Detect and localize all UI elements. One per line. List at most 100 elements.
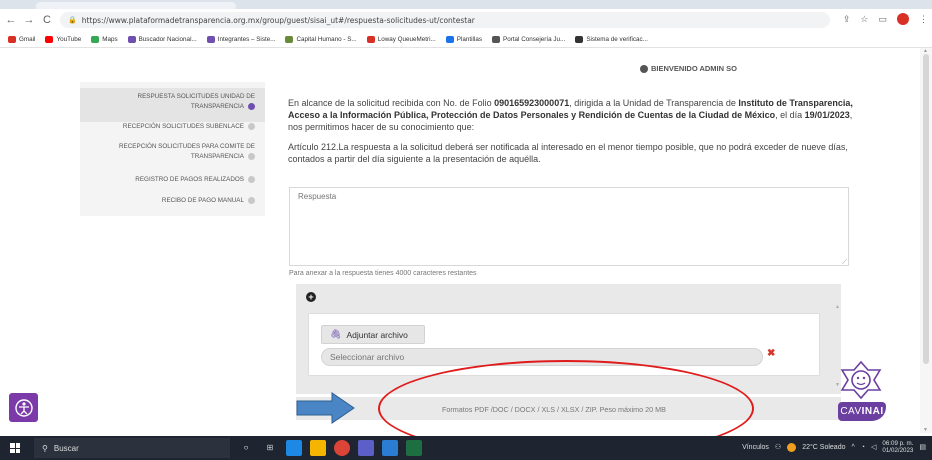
bookmark-item[interactable]: Portal Consejería Ju... xyxy=(492,35,566,43)
request-date: 19/01/2023 xyxy=(804,110,850,120)
taskbar-search[interactable]: ⚲ Buscar xyxy=(34,438,230,458)
folio-number: 090165923000071 xyxy=(494,98,570,108)
intro-text: , dirigida a la Unidad de Transparencia … xyxy=(569,98,739,108)
clock-time: 06:09 p. m. xyxy=(882,440,914,447)
share-icon[interactable]: ⇪ xyxy=(843,14,851,25)
bookmark-icon xyxy=(445,35,454,43)
scroll-down-icon[interactable]: ▼ xyxy=(923,427,928,433)
bookmark-item[interactable]: Loway QueueMetri... xyxy=(366,35,436,43)
bookmark-label: Capital Humano - S... xyxy=(296,35,357,43)
bookmark-label: YouTube xyxy=(56,35,82,43)
volume-icon[interactable]: ◁ xyxy=(871,443,876,451)
sidebar-item-label: TRANSPARENCIA xyxy=(190,153,244,160)
sidebar-item-label: RECEPCIÓN SOLICITUDES PARA COMITE DE xyxy=(119,143,255,150)
sidebar-item-comite[interactable]: RECEPCIÓN SOLICITUDES PARA COMITE DE TRA… xyxy=(80,142,265,162)
cavinai-logo-icon[interactable] xyxy=(838,360,884,400)
article-paragraph: Artículo 212.La respuesta a la solicitud… xyxy=(288,142,848,164)
windows-start-icon[interactable] xyxy=(10,443,20,453)
outlook-icon[interactable] xyxy=(382,440,398,456)
intro-text: , el día xyxy=(775,110,805,120)
chrome-icon[interactable] xyxy=(334,440,350,456)
profile-avatar[interactable] xyxy=(897,13,909,25)
forward-icon[interactable]: → xyxy=(22,14,36,26)
bookmark-icon xyxy=(206,35,215,43)
bookmark-item[interactable]: Plantillas xyxy=(445,35,482,43)
sidebar-item-recibo[interactable]: RECIBO DE PAGO MANUAL xyxy=(80,196,265,206)
user-icon xyxy=(640,64,648,73)
bookmark-label: Sistema de verificac... xyxy=(586,35,648,43)
sidebar-item-respuesta-ut[interactable]: RESPUESTA SOLICITUDES UNIDAD DE TRANSPAR… xyxy=(80,88,265,122)
scroll-up-icon[interactable]: ▲ xyxy=(835,304,840,310)
accessibility-icon xyxy=(14,398,33,417)
weather-icon xyxy=(787,442,797,452)
cavinai-button[interactable]: CAV INAI xyxy=(838,402,886,421)
bookmark-label: Integrantes – Siste... xyxy=(217,35,276,43)
back-icon[interactable]: ← xyxy=(4,14,18,26)
bookmark-label: Gmail xyxy=(19,35,36,43)
bookmark-item[interactable]: Capital Humano - S... xyxy=(285,35,357,43)
menu-icon[interactable]: ⋮ xyxy=(919,14,928,25)
bookmark-label: Portal Consejería Ju... xyxy=(503,35,566,43)
dot-icon xyxy=(248,175,255,183)
page-scrollbar[interactable]: ▲ ▼ xyxy=(920,48,932,433)
tray-expand-icon[interactable]: ^ xyxy=(851,444,854,451)
bookmark-item[interactable]: Maps xyxy=(91,35,118,43)
attachments-panel: + 🖇 Adjuntar archivo ✖ ▲ ▼ xyxy=(296,284,841,394)
paperclip-icon: 🖇 xyxy=(330,329,342,339)
bookmark-label: Loway QueueMetri... xyxy=(377,35,436,43)
taskbar-search-label: Buscar xyxy=(53,443,79,453)
clock-date: 01/02/2023 xyxy=(882,447,914,454)
store-icon[interactable] xyxy=(286,440,302,456)
bookmarks-bar: Gmail YouTube Maps Buscador Nacional... Inte… xyxy=(0,31,932,48)
bookmark-item[interactable]: YouTube xyxy=(45,35,82,43)
annotation-arrow-icon xyxy=(296,392,355,424)
formats-note: Formatos PDF /DOC / DOCX / XLS / XLSX / … xyxy=(442,405,666,414)
attachment-row: 🖇 Adjuntar archivo ✖ xyxy=(308,313,820,376)
attach-file-button[interactable]: 🖇 Adjuntar archivo xyxy=(321,325,425,344)
notifications-icon[interactable]: ▤ xyxy=(919,443,926,451)
dot-icon xyxy=(248,122,255,130)
file-select-input[interactable] xyxy=(321,348,763,366)
address-bar[interactable]: 🔒 https://www.plataformadetransparencia.… xyxy=(60,12,830,28)
star-icon[interactable]: ☆ xyxy=(860,14,868,25)
accessibility-button[interactable] xyxy=(9,393,38,422)
sidebar-item-label: TRANSPARENCIA xyxy=(190,103,244,110)
intro-paragraph: En alcance de la solicitud recibida con … xyxy=(288,97,858,133)
resize-handle-icon[interactable]: ⟋ xyxy=(842,259,847,267)
split-view-icon[interactable]: ▭ xyxy=(878,14,887,25)
bookmark-item[interactable]: Integrantes – Siste... xyxy=(206,35,276,43)
active-dot-icon xyxy=(248,102,255,110)
bookmark-label: Buscador Nacional... xyxy=(138,35,197,43)
add-attachment-icon[interactable]: + xyxy=(306,292,316,302)
lock-icon: 🔒 xyxy=(68,16,77,24)
scrollbar-thumb[interactable] xyxy=(923,54,929,364)
bookmark-icon xyxy=(91,35,100,43)
url-text: https://www.plataformadetransparencia.or… xyxy=(81,15,475,25)
excel-icon[interactable] xyxy=(406,440,422,456)
bookmark-icon xyxy=(127,35,136,43)
remove-icon[interactable]: ✖ xyxy=(767,348,775,359)
network-icon[interactable]: ◔ xyxy=(861,444,865,451)
task-view-icon[interactable]: ○ xyxy=(238,440,254,456)
system-tray: Vínculos ⚇ 22°C Soleado ^ ◔ ◁ 06:09 p. m… xyxy=(742,440,926,454)
bookmark-icon xyxy=(366,35,375,43)
weather-text[interactable]: 22°C Soleado xyxy=(802,444,845,451)
sidebar-item-subenlace[interactable]: RECEPCIÓN SOLICITUDES SUBENLACE xyxy=(80,122,265,132)
people-icon[interactable]: ⚇ xyxy=(775,443,781,451)
bookmark-item[interactable]: Sistema de verificac... xyxy=(575,35,648,43)
browser-toolbar: ← → C 🔒 https://www.plataformadetranspar… xyxy=(0,9,932,31)
browser-tab[interactable] xyxy=(36,2,236,9)
bookmark-item[interactable]: Gmail xyxy=(8,35,36,43)
response-textarea[interactable] xyxy=(289,187,849,266)
cavinai-label-b: INAI xyxy=(861,406,884,417)
widgets-icon[interactable]: ⊞ xyxy=(262,440,278,456)
clock[interactable]: 06:09 p. m. 01/02/2023 xyxy=(882,440,913,454)
teams-icon[interactable] xyxy=(358,440,374,456)
file-explorer-icon[interactable] xyxy=(310,440,326,456)
welcome-user[interactable]: BIENVENIDO ADMIN SO xyxy=(640,64,737,73)
bookmark-icon xyxy=(575,35,584,43)
links-label[interactable]: Vínculos xyxy=(742,444,769,451)
bookmark-item[interactable]: Buscador Nacional... xyxy=(127,35,197,43)
reload-icon[interactable]: C xyxy=(40,14,54,26)
sidebar-item-pagos[interactable]: REGISTRO DE PAGOS REALIZADOS xyxy=(80,175,265,185)
